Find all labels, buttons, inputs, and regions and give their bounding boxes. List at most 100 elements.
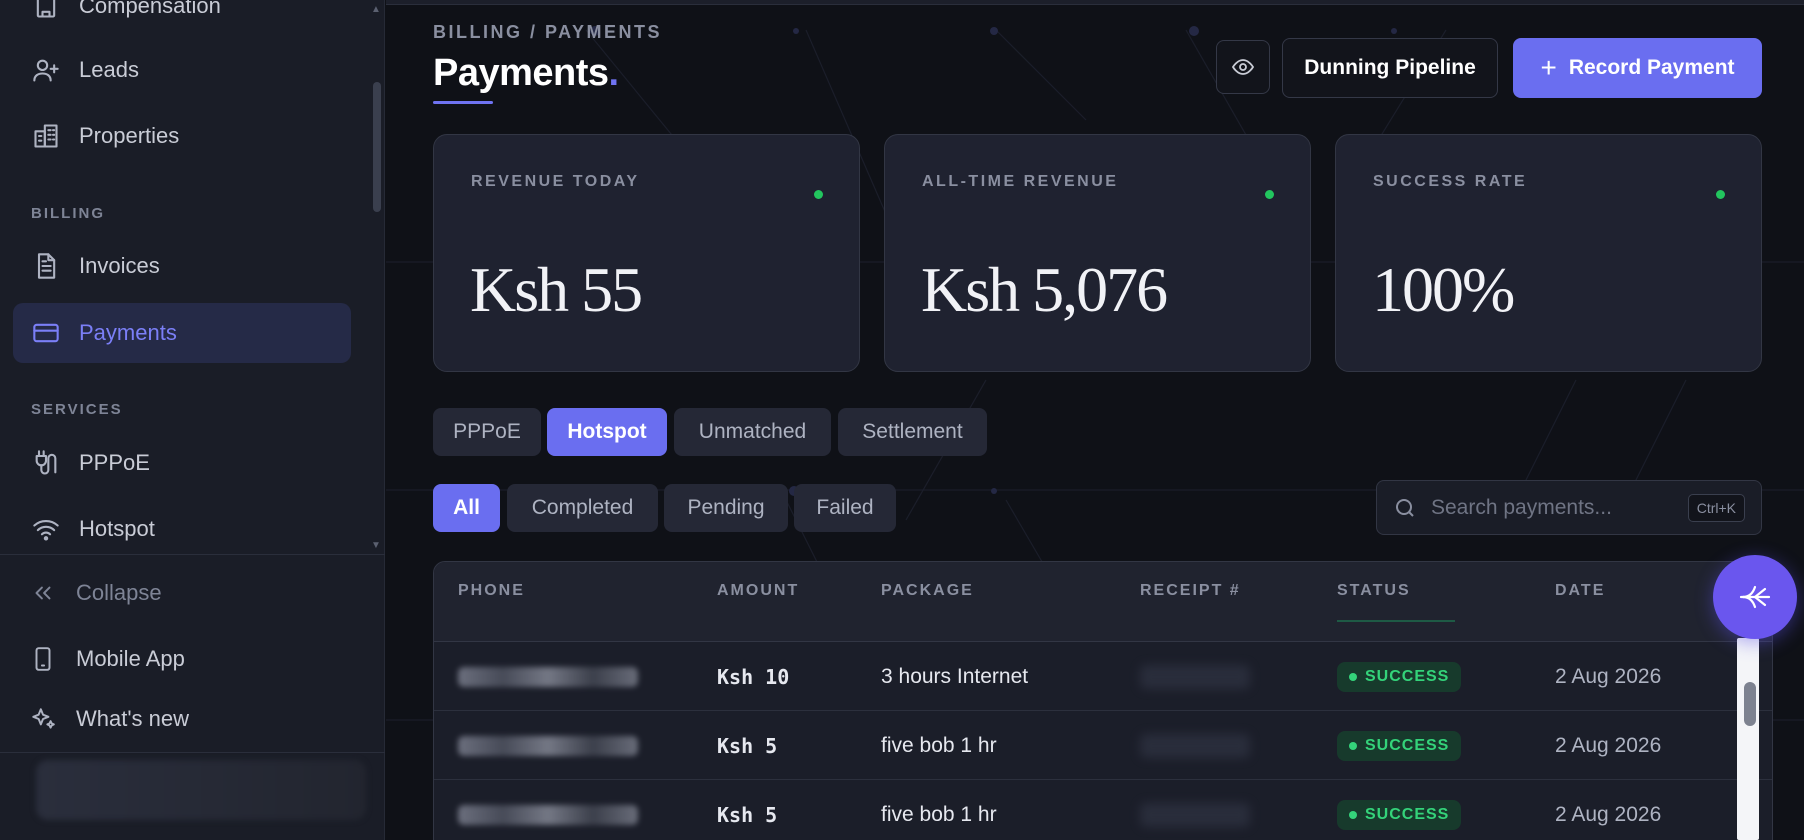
page-title-text: Payments [433,52,609,94]
redacted-phone [458,666,638,687]
status-cell: SUCCESS [1337,642,1462,711]
search-input[interactable] [1431,489,1671,527]
app-root: Compensation Leads Properties BILLING In… [0,0,1804,840]
sidebar-scrollbar-thumb[interactable] [373,82,381,212]
mobile-app-link[interactable]: Mobile App [28,644,185,674]
sidebar-item-label: Compensation [79,0,221,18]
sidebar-item-payments[interactable]: Payments [13,303,351,363]
sidebar-item-pppoe[interactable]: PPPoE [13,433,351,493]
sidebar-item-hotspot[interactable]: Hotspot [13,499,351,555]
section-label-services: SERVICES [31,401,123,418]
search-icon [1393,496,1417,520]
package-cell: five bob 1 hr [881,733,997,757]
filter-all[interactable]: All [433,484,500,532]
sidebar-item-compensation[interactable]: Compensation [13,0,351,36]
tab-hotspot[interactable]: Hotspot [547,408,667,456]
column-header-package[interactable]: PACKAGE [881,582,974,600]
table-scrollbar-thumb[interactable] [1744,682,1756,726]
stat-label: REVENUE TODAY [471,173,640,190]
toggle-visibility-button[interactable] [1216,40,1270,94]
amount-cell: Ksh 5 [717,802,778,827]
column-header-status[interactable]: STATUS [1337,582,1411,600]
record-payment-button[interactable]: + Record Payment [1513,38,1762,98]
tab-unmatched[interactable]: Unmatched [674,408,831,456]
column-header-receipt[interactable]: RECEIPT # [1140,582,1241,600]
redacted-phone [458,735,638,756]
status-badge: SUCCESS [1337,661,1462,692]
column-header-phone[interactable]: PHONE [458,582,525,600]
mobile-app-label: Mobile App [76,646,185,671]
live-indicator-dot [1716,190,1725,199]
sidebar-item-properties[interactable]: Properties [13,106,351,166]
stat-value: Ksh 5,076 [921,254,1168,325]
package-cell: five bob 1 hr [881,802,997,826]
redacted-phone [458,804,638,825]
sidebar-item-leads[interactable]: Leads [13,40,351,100]
dunning-pipeline-button[interactable]: Dunning Pipeline [1282,38,1498,98]
table-scrollbar-track[interactable] [1737,638,1759,840]
live-indicator-dot [814,190,823,199]
table-row[interactable]: Ksh 10 3 hours Internet SUCCESS 2 Aug 20… [434,642,1772,711]
table-row[interactable]: Ksh 5 five bob 1 hr SUCCESS 2 Aug 2026 [434,780,1772,840]
document-icon [31,251,61,281]
status-dot [1349,672,1357,681]
tab-pppoe[interactable]: PPPoE [433,408,541,456]
main-content: BILLING / PAYMENTS Payments. Dunning Pip… [386,0,1804,840]
status-cell: SUCCESS [1337,780,1462,840]
collapse-button[interactable]: Collapse [28,578,162,608]
sidebar-item-invoices[interactable]: Invoices [13,236,351,296]
redacted-receipt [1140,664,1250,689]
table-header: PHONE AMOUNT PACKAGE RECEIPT # STATUS DA… [434,562,1772,642]
section-label-billing: BILLING [31,205,105,222]
date-cell: 2 Aug 2026 [1555,733,1662,757]
column-header-date[interactable]: DATE [1555,582,1605,600]
filter-completed[interactable]: Completed [507,484,658,532]
phone-cell-redacted [458,780,638,840]
stat-value: 100% [1372,254,1515,325]
wifi-icon [31,514,61,544]
whats-new-link[interactable]: What's new [28,704,189,734]
table-row[interactable]: Ksh 5 five bob 1 hr SUCCESS 2 Aug 2026 [434,711,1772,780]
breadcrumb: BILLING / PAYMENTS [433,22,663,42]
stat-value: Ksh 55 [470,254,643,325]
sidebar-item-label: Invoices [79,253,160,278]
stat-label: SUCCESS RATE [1373,173,1528,190]
scroll-up-arrow[interactable]: ▲ [371,4,381,15]
title-underline [433,101,493,104]
sidebar-item-label: Hotspot [79,516,155,541]
sidebar-divider [0,554,385,555]
plug-icon [31,448,61,478]
sparkle-burst-icon [1739,585,1771,609]
record-payment-label: Record Payment [1568,56,1735,79]
title-accent-dot: . [608,52,620,94]
receipt-cell-redacted [1140,711,1250,780]
tab-settlement[interactable]: Settlement [838,408,987,456]
assistant-fab-button[interactable] [1713,555,1797,639]
stat-card-all-time-revenue: ALL-TIME REVENUE Ksh 5,076 [884,134,1311,372]
chevrons-left-icon [28,578,58,608]
receipt-cell-redacted [1140,780,1250,840]
buildings-icon [31,121,61,151]
sidebar-nav: Compensation Leads Properties BILLING In… [0,0,385,555]
filter-failed[interactable]: Failed [794,484,896,532]
status-text: SUCCESS [1365,736,1450,754]
search-box[interactable]: Ctrl+K [1376,480,1762,535]
user-profile-card[interactable] [36,760,366,820]
status-text: SUCCESS [1365,667,1450,685]
sparkles-icon [28,704,58,734]
stat-label: ALL-TIME REVENUE [922,173,1119,190]
column-header-amount[interactable]: AMOUNT [717,582,799,600]
building-icon [31,0,61,21]
smartphone-icon [28,644,58,674]
scroll-down-arrow[interactable]: ▼ [371,540,381,551]
sidebar-item-label: Leads [79,57,139,82]
redacted-receipt [1140,733,1250,758]
keyboard-shortcut-badge: Ctrl+K [1687,494,1745,522]
status-column-indicator [1337,620,1455,622]
payments-table: PHONE AMOUNT PACKAGE RECEIPT # STATUS DA… [433,561,1773,840]
collapse-label: Collapse [76,580,162,605]
page-title: Payments. [433,52,619,95]
filter-pending[interactable]: Pending [664,484,788,532]
phone-cell-redacted [458,711,638,780]
phone-cell-redacted [458,642,638,711]
